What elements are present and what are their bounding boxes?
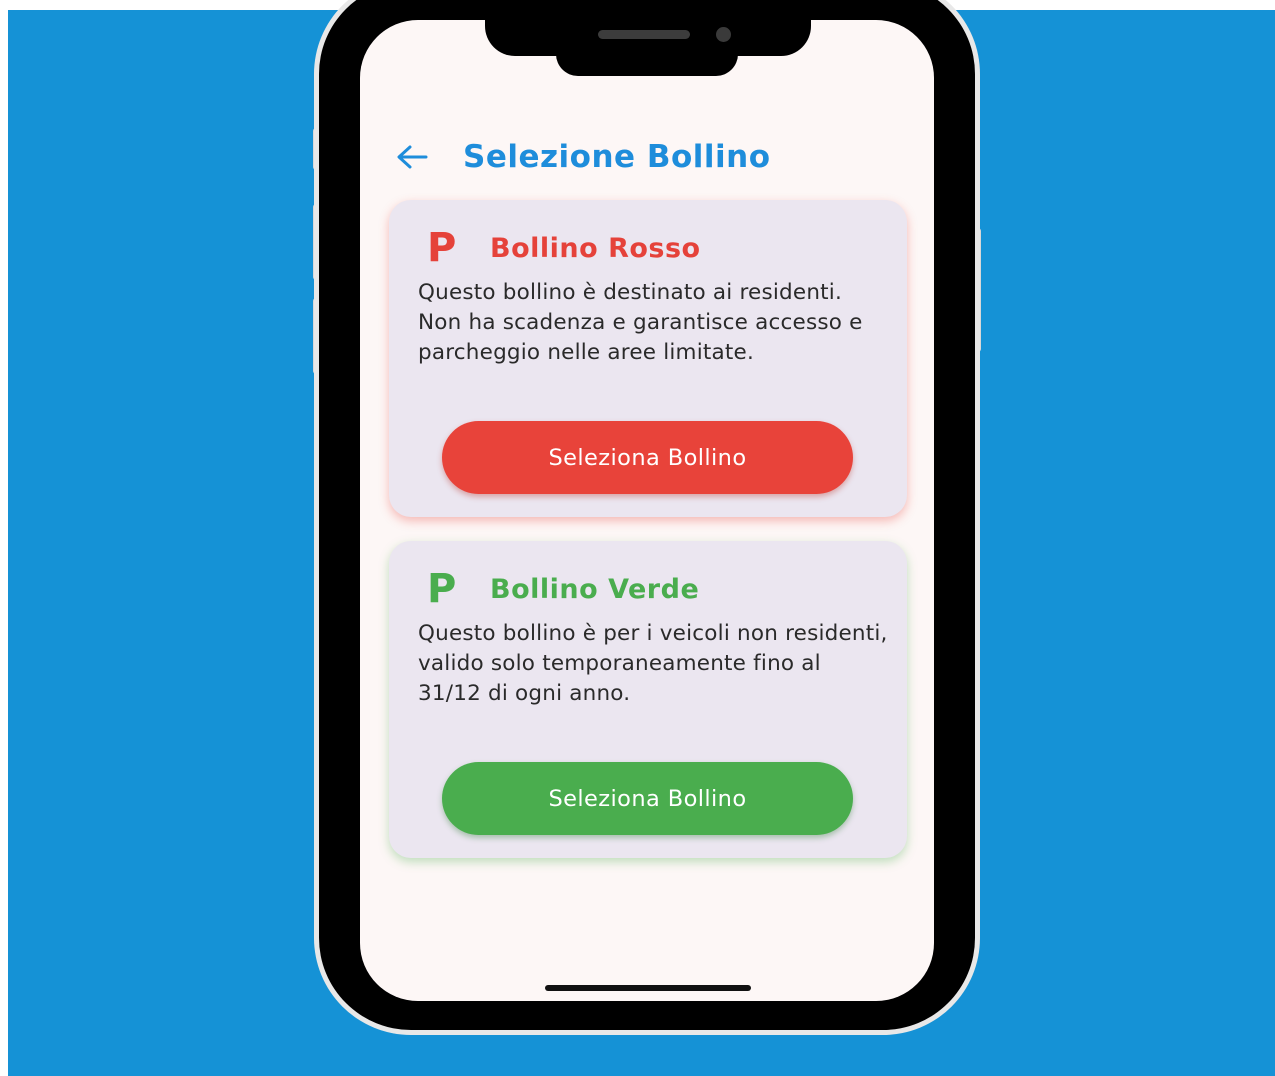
app-header: Selezione Bollino xyxy=(395,132,771,182)
card-bollino-verde: P Bollino Verde Questo bollino è per i v… xyxy=(389,541,907,858)
card-title: Bollino Rosso xyxy=(490,232,701,264)
card-header: P Bollino Verde xyxy=(427,569,699,609)
card-description: Questo bollino è destinato ai residenti.… xyxy=(418,280,863,365)
parking-icon: P xyxy=(427,566,457,612)
select-bollino-verde-button[interactable]: Seleziona Bollino xyxy=(442,762,853,835)
front-camera xyxy=(716,27,731,42)
page-title: Selezione Bollino xyxy=(463,139,771,175)
speaker-grille xyxy=(598,30,690,39)
notch-center xyxy=(556,40,738,76)
card-description: Questo bollino è per i veicoli non resid… xyxy=(418,621,888,706)
home-indicator[interactable] xyxy=(545,985,751,991)
card-header: P Bollino Rosso xyxy=(427,228,701,268)
arrow-left-icon xyxy=(397,145,428,169)
select-bollino-rosso-button[interactable]: Seleziona Bollino xyxy=(442,421,853,494)
card-bollino-rosso: P Bollino Rosso Questo bollino è destina… xyxy=(389,200,907,517)
card-title: Bollino Verde xyxy=(490,573,700,605)
back-button[interactable] xyxy=(395,140,429,174)
parking-icon: P xyxy=(427,225,457,271)
